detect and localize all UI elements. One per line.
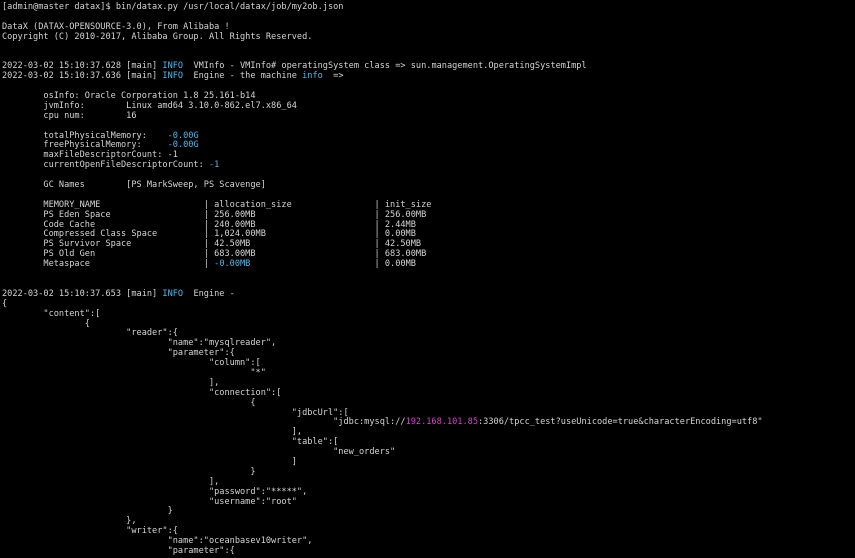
terminal-line: cpu num: 16 [2,110,763,122]
terminal-text: ], [2,377,220,388]
terminal-text: VMInfo - VMInfo# operatingSystem class =… [183,61,587,72]
terminal-text: "username":"root" [2,496,297,507]
terminal-text: { [2,318,90,329]
terminal-text: "new_orders" [2,447,396,458]
terminal-text: -0.00G [167,140,199,151]
terminal-text: PS Old Gen | 683.00MB | 683.00MB [2,249,427,260]
terminal-text: PS Survivor Space | 42.50MB | 42.50MB [2,239,422,250]
terminal-text: "name":"mysqlreader", [2,338,277,349]
terminal-line: GC Names [PS MarkSweep, PS Scavenge] [2,180,763,191]
terminal-text: } [2,466,256,477]
terminal-window[interactable]: [admin@master datax]$ bin/datax.py /usr/… [0,0,855,558]
terminal-text: "*" [2,367,266,378]
terminal-text: INFO [162,71,184,82]
terminal-text: jvmInfo: Linux amd64 3.10.0-862.el7.x86_… [2,100,297,111]
terminal-text: 2022-03-02 15:10:37.628 [main] [2,61,163,72]
terminal-text: Engine - the machine [183,71,303,82]
terminal-text: GC Names [PS MarkSweep, PS Scavenge] [2,180,266,191]
terminal-text: "name":"oceanbasev10writer", [2,536,313,547]
terminal-text: "reader":{ [2,328,178,339]
terminal-text: "column":[ [2,358,261,369]
terminal-text: freePhysicalMemory: [2,140,168,151]
terminal-text: "table":[ [2,437,339,448]
terminal-text: Code Cache | 240.00MB | 2.44MB [2,219,416,230]
terminal-text: PS Eden Space | 256.00MB | 256.00MB [2,209,427,220]
terminal-text: cpu num: 16 [2,110,137,121]
terminal-text: 2022-03-02 15:10:37.653 [main] [2,288,163,299]
terminal-line: { [2,298,763,310]
terminal-text: Compressed Class Space | 1,024.00MB | 0.… [2,229,416,240]
terminal-line: 2022-03-02 15:10:37.653 [main] INFO Engi… [2,288,763,300]
terminal-text: { [2,298,8,309]
terminal-text: "parameter":{ [2,545,235,556]
terminal-text: "parameter":{ [2,348,235,359]
terminal-text: ], [2,427,303,438]
terminal-text: MEMORY_NAME | allocation_size | init_siz… [2,199,432,210]
terminal-text: -0.00MB [214,259,251,270]
terminal-text: [admin@master datax]$ bin/datax.py /usr/… [2,2,344,12]
terminal-line: currentOpenFileDescriptorCount: -1 [2,160,763,171]
terminal-text: -0.00G [167,130,199,141]
terminal-line: Metaspace | -0.00MB | 0.00MB [2,259,763,270]
terminal-text: { [2,397,256,408]
terminal-text: "password":"*****", [2,486,308,497]
terminal-text: "content":[ [2,308,101,319]
terminal-text: ] [2,456,297,467]
terminal-text: "jdbcUrl":[ [2,407,349,418]
terminal-text: ], [2,476,220,487]
terminal-text: } [2,506,173,517]
terminal-output: [admin@master datax]$ bin/datax.py /usr/… [2,2,763,557]
terminal-text: totalPhysicalMemory: [2,130,168,141]
terminal-text: -1 [208,160,220,171]
terminal-text: Copyright (C) 2010-2017, Alibaba Group. … [2,31,313,42]
terminal-line: 2022-03-02 15:10:37.636 [main] INFO Engi… [2,71,763,82]
terminal-text: currentOpenFileDescriptorCount: [2,160,209,171]
terminal-text: Engine - [183,288,235,299]
terminal-text: "connection":[ [2,387,282,398]
terminal-text: => [322,71,344,82]
terminal-text: "writer":{ [2,526,178,537]
terminal-text: 2022-03-02 15:10:37.636 [main] [2,71,163,82]
terminal-text: 192.168.101.85 [405,417,478,428]
terminal-text: INFO [162,288,184,299]
terminal-text: "jdbc:mysql:// [2,417,406,428]
terminal-text: Metaspace | [2,259,215,270]
terminal-line: [admin@master datax]$ bin/datax.py /usr/… [2,2,763,13]
terminal-text: :3306/tpcc_test?useUnicode=true&characte… [478,417,763,428]
terminal-line: Copyright (C) 2010-2017, Alibaba Group. … [2,31,763,43]
terminal-text: INFO [162,61,184,72]
terminal-line: "parameter":{ [2,545,763,557]
terminal-text: DataX (DATAX-OPENSOURCE-3.0), From Aliba… [2,21,230,32]
terminal-line: "content":[ [2,308,763,320]
terminal-text: info [302,71,323,82]
terminal-text: maxFileDescriptorCount: -1 [2,150,178,161]
terminal-text: osInfo: Oracle Corporation 1.8 25.161-b1… [2,91,256,102]
terminal-text: | 0.00MB [250,259,416,270]
terminal-text: }, [2,516,137,527]
